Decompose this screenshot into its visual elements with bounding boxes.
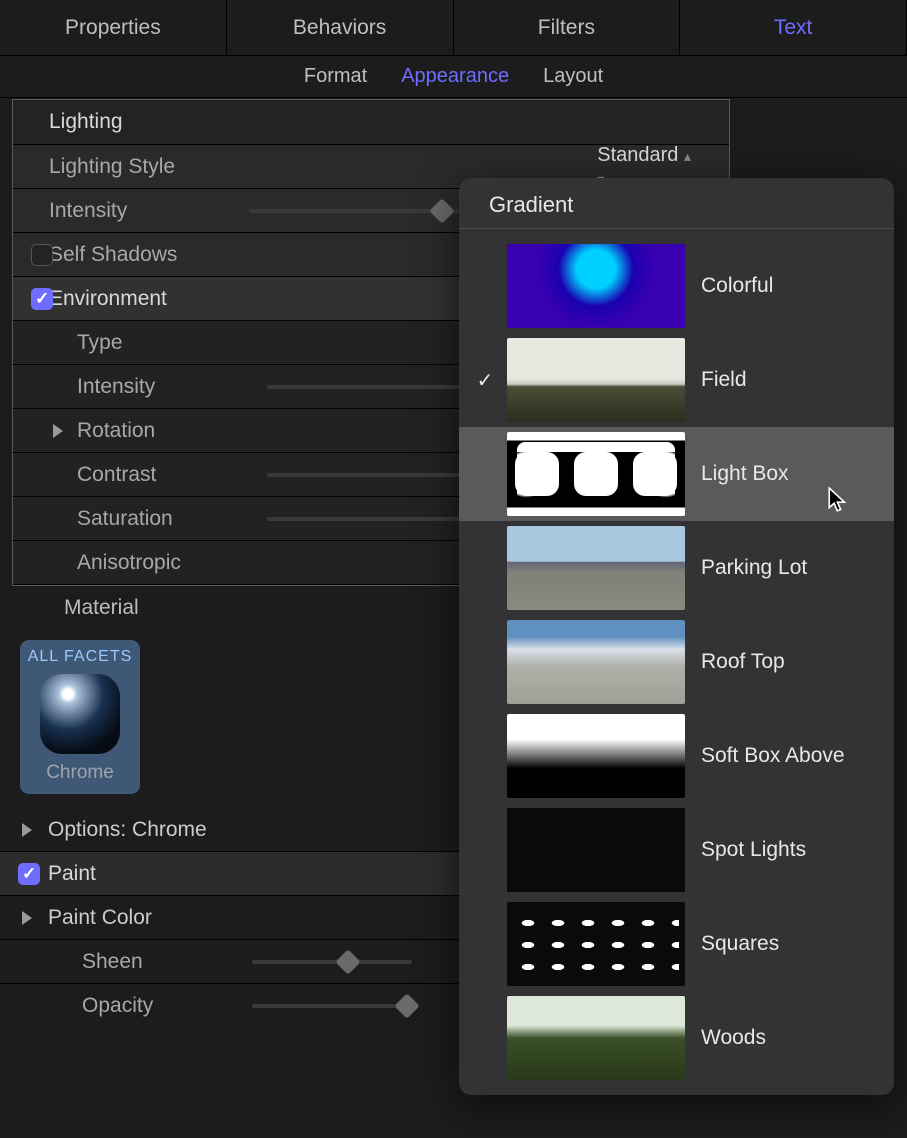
env-rotation-label: Rotation — [77, 419, 267, 443]
environment-thumbnail — [507, 432, 685, 516]
disclosure-triangle-icon[interactable] — [22, 823, 32, 837]
text-sub-tabs: Format Appearance Layout — [0, 56, 907, 98]
env-anisotropic-label: Anisotropic — [77, 551, 267, 575]
lighting-intensity-slider[interactable] — [249, 209, 459, 213]
disclosure-triangle-icon[interactable] — [53, 424, 63, 438]
material-name: Chrome — [20, 762, 140, 784]
environment-thumbnail — [507, 244, 685, 328]
self-shadows-label: Self Shadows — [49, 243, 249, 267]
options-label: Options: Chrome — [36, 818, 207, 842]
tab-text[interactable]: Text — [680, 0, 907, 55]
environment-thumbnail — [507, 902, 685, 986]
popup-item-label: Spot Lights — [701, 838, 806, 862]
popup-item-soft-box-above[interactable]: Soft Box Above — [459, 709, 894, 803]
self-shadows-checkbox[interactable] — [31, 244, 53, 266]
env-saturation-slider[interactable] — [267, 517, 477, 521]
paint-checkbox[interactable] — [18, 863, 40, 885]
tab-filters[interactable]: Filters — [454, 0, 681, 55]
popup-item-label: Soft Box Above — [701, 744, 845, 768]
subtab-appearance[interactable]: Appearance — [401, 65, 509, 88]
lighting-header: Lighting — [13, 100, 729, 145]
environment-thumbnail — [507, 338, 685, 422]
material-swatch[interactable]: ALL FACETS Chrome — [20, 640, 140, 794]
material-preview-icon — [40, 674, 120, 754]
popup-item-woods[interactable]: Woods — [459, 991, 894, 1085]
tab-properties[interactable]: Properties — [0, 0, 227, 55]
popup-item-label: Field — [701, 368, 747, 392]
paint-color-label: Paint Color — [36, 906, 152, 930]
popup-item-roof-top[interactable]: Roof Top — [459, 615, 894, 709]
env-saturation-label: Saturation — [77, 507, 267, 531]
popup-item-label: Colorful — [701, 274, 773, 298]
environment-thumbnail — [507, 526, 685, 610]
inspector-top-tabs: Properties Behaviors Filters Text — [0, 0, 907, 56]
environment-type-popup: Gradient Colorful ✓ Field Light Box Parking … — [459, 178, 894, 1095]
paint-label: Paint — [36, 862, 96, 886]
environment-thumbnail — [507, 996, 685, 1080]
tab-behaviors[interactable]: Behaviors — [227, 0, 454, 55]
popup-item-label: Light Box — [701, 462, 789, 486]
popup-list: Colorful ✓ Field Light Box Parking Lot Roof T… — [459, 229, 894, 1085]
opacity-label: Opacity — [82, 994, 252, 1018]
popup-item-squares[interactable]: Squares — [459, 897, 894, 991]
environment-checkbox[interactable] — [31, 288, 53, 310]
popup-item-label: Parking Lot — [701, 556, 807, 580]
checkmark-icon: ✓ — [475, 368, 495, 393]
lighting-style-label: Lighting Style — [49, 155, 249, 179]
popup-item-label: Woods — [701, 1026, 766, 1050]
all-facets-label: ALL FACETS — [20, 648, 140, 666]
lighting-intensity-label: Intensity — [49, 199, 249, 223]
env-type-label: Type — [77, 331, 267, 355]
env-intensity-slider[interactable] — [267, 385, 477, 389]
cursor-icon — [828, 487, 850, 513]
popup-item-label: Squares — [701, 932, 779, 956]
environment-thumbnail — [507, 620, 685, 704]
subtab-layout[interactable]: Layout — [543, 65, 603, 88]
env-intensity-label: Intensity — [77, 375, 267, 399]
popup-item-parking-lot[interactable]: Parking Lot — [459, 521, 894, 615]
opacity-slider[interactable] — [252, 1004, 412, 1008]
popup-item-spot-lights[interactable]: Spot Lights — [459, 803, 894, 897]
popup-title: Gradient — [459, 178, 894, 229]
env-contrast-slider[interactable] — [267, 473, 477, 477]
subtab-format[interactable]: Format — [304, 65, 367, 88]
sheen-slider[interactable] — [252, 960, 412, 964]
environment-thumbnail — [507, 714, 685, 798]
disclosure-triangle-icon[interactable] — [22, 911, 32, 925]
environment-label: Environment — [49, 287, 249, 311]
popup-item-label: Roof Top — [701, 650, 785, 674]
popup-item-colorful[interactable]: Colorful — [459, 239, 894, 333]
popup-item-field[interactable]: ✓ Field — [459, 333, 894, 427]
environment-thumbnail — [507, 808, 685, 892]
env-contrast-label: Contrast — [77, 463, 267, 487]
sheen-label: Sheen — [82, 950, 252, 974]
